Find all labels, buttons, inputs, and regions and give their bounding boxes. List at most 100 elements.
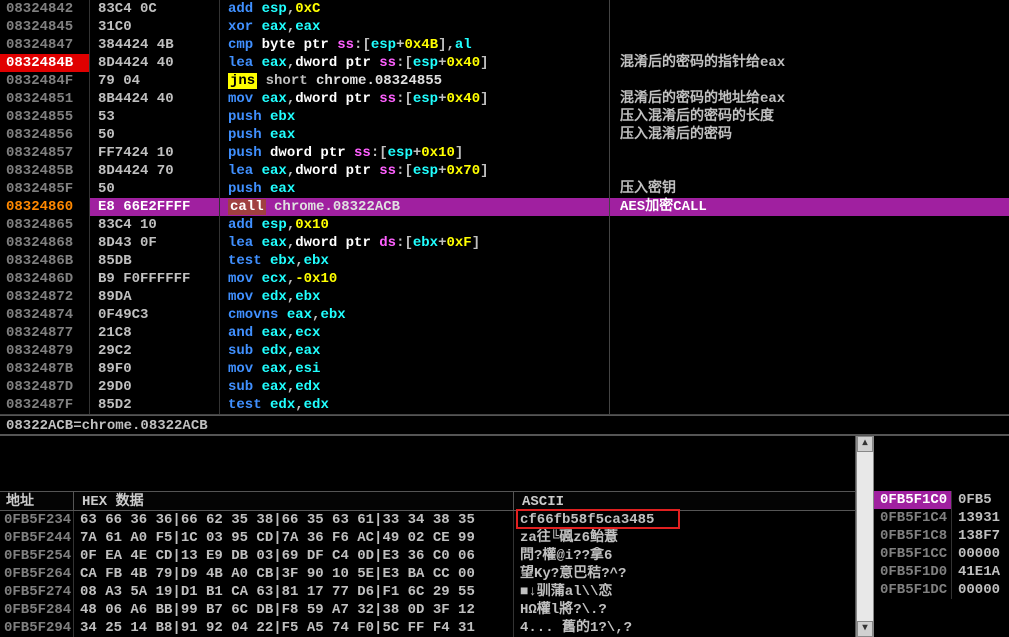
scroll-up-icon[interactable]: ▴ <box>857 436 873 452</box>
stack-row[interactable]: 0FB5F1D041E1A <box>874 563 1009 581</box>
stack-address: 0FB5F1C4 <box>874 509 952 527</box>
disasm-row[interactable]: 0832486B85DBtest ebx,ebx <box>0 252 1009 270</box>
disasm-bytes: 21C8 <box>90 324 220 342</box>
disasm-row[interactable]: 0832484283C4 0Cadd esp,0xC <box>0 0 1009 18</box>
disasm-comment <box>609 234 1009 252</box>
disasm-row[interactable]: 0832487289DAmov edx,ebx <box>0 288 1009 306</box>
dump-rows[interactable]: 0FB5F23463 66 36 36|66 62 35 38|66 35 63… <box>0 511 855 637</box>
dump-header-ascii: ASCII <box>514 492 694 510</box>
disasm-row[interactable]: 0832484F79 04jns short chrome.08324855 <box>0 72 1009 90</box>
stack-row[interactable]: 0FB5F1C413931 <box>874 509 1009 527</box>
disasm-comment <box>609 306 1009 324</box>
dump-scrollbar[interactable]: ▴ ▾ <box>856 436 874 637</box>
disasm-row[interactable]: 0832486DB9 F0FFFFFFmov ecx,-0x10 <box>0 270 1009 288</box>
disasm-instruction: cmovns eax,ebx <box>220 306 609 324</box>
disasm-row[interactable]: 08324847384424 4Bcmp byte ptr ss:[esp+0x… <box>0 36 1009 54</box>
disasm-address: 0832484F <box>0 72 90 90</box>
dump-hex: 0F EA 4E CD|13 E9 DB 03|69 DF C4 0D|E3 3… <box>74 547 514 565</box>
disasm-row[interactable]: 08324857FF7424 10push dword ptr ss:[esp+… <box>0 144 1009 162</box>
disasm-instruction: sub eax,edx <box>220 378 609 396</box>
disasm-comment <box>609 72 1009 90</box>
disasm-row[interactable]: 0832487B89F0mov eax,esi <box>0 360 1009 378</box>
disasm-instruction: jns short chrome.08324855 <box>220 72 609 90</box>
stack-address: 0FB5F1D0 <box>874 563 952 581</box>
dump-row[interactable]: 0FB5F264CA FB 4B 79|D9 4B A0 CB|3F 90 10… <box>0 565 855 583</box>
stack-row[interactable]: 0FB5F1C00FB5 <box>874 491 1009 509</box>
disasm-bytes: 0F49C3 <box>90 306 220 324</box>
dump-ascii: 4... 舊的1?\,? <box>514 619 694 637</box>
disasm-address: 08324856 <box>0 126 90 144</box>
disasm-row[interactable]: 0832487721C8and eax,ecx <box>0 324 1009 342</box>
dump-row[interactable]: 0FB5F28448 06 A6 BB|99 B7 6C DB|F8 59 A7… <box>0 601 855 619</box>
disasm-instruction: mov eax,esi <box>220 360 609 378</box>
disasm-comment <box>609 252 1009 270</box>
disasm-bytes: B9 F0FFFFFF <box>90 270 220 288</box>
disasm-row[interactable]: 0832485553push ebx压入混淆后的密码的长度 <box>0 108 1009 126</box>
disasm-instruction: add esp,0xC <box>220 0 609 18</box>
disasm-instruction: sub edx,eax <box>220 342 609 360</box>
dump-header-hex: HEX 数据 <box>74 492 514 510</box>
disasm-comment <box>609 162 1009 180</box>
disasm-comment: 压入混淆后的密码的长度 <box>609 108 1009 126</box>
dump-ascii: ■↓驯蒲al\\恋 <box>514 583 694 601</box>
disasm-row[interactable]: 0832484531C0xor eax,eax <box>0 18 1009 36</box>
disasm-comment <box>609 216 1009 234</box>
dump-address: 0FB5F234 <box>0 511 74 529</box>
dump-ascii: 望Ky?意巴秸?^? <box>514 565 694 583</box>
disasm-comment <box>609 342 1009 360</box>
disasm-row[interactable]: 083248518B4424 40mov eax,dword ptr ss:[e… <box>0 90 1009 108</box>
disasm-row[interactable]: 0832487D29D0sub eax,edx <box>0 378 1009 396</box>
stack-row[interactable]: 0FB5F1C8138F7 <box>874 527 1009 545</box>
dump-row[interactable]: 0FB5F2447A 61 A0 F5|1C 03 95 CD|7A 36 F6… <box>0 529 855 547</box>
disasm-row[interactable]: 0832487929C2sub edx,eax <box>0 342 1009 360</box>
disasm-row[interactable]: 0832486583C4 10add esp,0x10 <box>0 216 1009 234</box>
stack-address: 0FB5F1DC <box>874 581 952 599</box>
stack-row[interactable]: 0FB5F1CC00000 <box>874 545 1009 563</box>
disasm-instruction: push dword ptr ss:[esp+0x10] <box>220 144 609 162</box>
disasm-address: 08324865 <box>0 216 90 234</box>
disasm-comment: 压入密钥 <box>609 180 1009 198</box>
disasm-row[interactable]: 0832487F85D2test edx,edx <box>0 396 1009 414</box>
disasm-row[interactable]: 08324860E8 66E2FFFFcall chrome.08322ACBA… <box>0 198 1009 216</box>
disasm-comment: AES加密CALL <box>609 198 1009 216</box>
dump-hex: 48 06 A6 BB|99 B7 6C DB|F8 59 A7 32|38 0… <box>74 601 514 619</box>
stack-row[interactable]: 0FB5F1DC00000 <box>874 581 1009 599</box>
disasm-comment <box>609 324 1009 342</box>
disasm-comment <box>609 18 1009 36</box>
dump-row[interactable]: 0FB5F2540F EA 4E CD|13 E9 DB 03|69 DF C4… <box>0 547 855 565</box>
dump-address: 0FB5F254 <box>0 547 74 565</box>
disasm-bytes: 29C2 <box>90 342 220 360</box>
stack-address: 0FB5F1CC <box>874 545 952 563</box>
status-line: 08322ACB=chrome.08322ACB <box>0 415 1009 435</box>
disasm-bytes: 85DB <box>90 252 220 270</box>
disasm-address: 0832486D <box>0 270 90 288</box>
dump-row[interactable]: 0FB5F23463 66 36 36|66 62 35 38|66 35 63… <box>0 511 855 529</box>
stack-panel[interactable]: 0FB5F1C00FB50FB5F1C4139310FB5F1C8138F70F… <box>874 436 1009 637</box>
disasm-row[interactable]: 0832485F50push eax压入密钥 <box>0 180 1009 198</box>
disasm-bytes: 8D4424 40 <box>90 54 220 72</box>
disasm-row[interactable]: 083248688D43 0Flea eax,dword ptr ds:[ebx… <box>0 234 1009 252</box>
dump-row[interactable]: 0FB5F29434 25 14 B8|91 92 04 22|F5 A5 74… <box>0 619 855 637</box>
scroll-down-icon[interactable]: ▾ <box>857 621 873 637</box>
dump-row[interactable]: 0FB5F27408 A3 5A 19|D1 B1 CA 63|81 17 77… <box>0 583 855 601</box>
disasm-comment <box>609 288 1009 306</box>
memory-dump-panel[interactable]: 地址 HEX 数据 ASCII 0FB5F23463 66 36 36|66 6… <box>0 436 856 637</box>
disasm-row[interactable]: 083248740F49C3cmovns eax,ebx <box>0 306 1009 324</box>
disasm-address: 08324860 <box>0 198 90 216</box>
disasm-bytes: 85D2 <box>90 396 220 414</box>
disasm-row[interactable]: 0832484B8D4424 40lea eax,dword ptr ss:[e… <box>0 54 1009 72</box>
stack-rows[interactable]: 0FB5F1C00FB50FB5F1C4139310FB5F1C8138F70F… <box>874 491 1009 599</box>
disasm-bytes: 89DA <box>90 288 220 306</box>
disasm-comment <box>609 270 1009 288</box>
disasm-address: 0832486B <box>0 252 90 270</box>
disasm-address: 08324874 <box>0 306 90 324</box>
stack-value: 00000 <box>952 545 1000 563</box>
stack-value: 00000 <box>952 581 1000 599</box>
disasm-row[interactable]: 0832485B8D4424 70lea eax,dword ptr ss:[e… <box>0 162 1009 180</box>
disasm-address: 0832487B <box>0 360 90 378</box>
disasm-bytes: 89F0 <box>90 360 220 378</box>
disasm-address: 0832484B <box>0 54 90 72</box>
disassembly-listing[interactable]: 0832484283C4 0Cadd esp,0xC0832484531C0xo… <box>0 0 1009 414</box>
disasm-row[interactable]: 0832485650push eax压入混淆后的密码 <box>0 126 1009 144</box>
stack-value: 138F7 <box>952 527 1000 545</box>
